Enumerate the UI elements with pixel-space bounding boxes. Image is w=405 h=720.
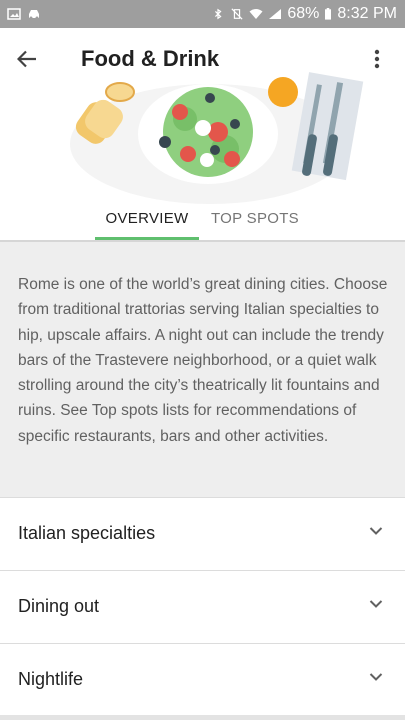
wifi-icon xyxy=(249,9,263,19)
section-nightlife[interactable]: Nightlife xyxy=(0,643,405,715)
car-icon xyxy=(29,10,39,20)
bottom-divider xyxy=(0,715,405,720)
app-header: Food & Drink OVERVIEW TOP SPOTS xyxy=(0,28,405,240)
back-button[interactable] xyxy=(12,44,42,74)
section-label: Nightlife xyxy=(18,669,84,689)
more-vert-icon xyxy=(374,49,380,69)
overview-description: Rome is one of the world’s great dining … xyxy=(0,242,405,498)
battery-percent: 68% xyxy=(287,5,320,22)
chevron-down-icon xyxy=(369,527,383,535)
tab-overview[interactable]: OVERVIEW xyxy=(95,196,199,240)
section-label: Italian specialties xyxy=(18,523,156,543)
signal-icon xyxy=(269,9,282,19)
food-illustration xyxy=(70,72,364,204)
chevron-down-icon xyxy=(369,673,383,681)
gallery-icon xyxy=(7,8,21,20)
cutlery-icon xyxy=(291,72,364,181)
salad-icon xyxy=(138,84,278,184)
battery-icon xyxy=(325,8,332,20)
chevron-down-icon xyxy=(369,600,383,608)
tab-top-spots[interactable]: TOP SPOTS xyxy=(205,196,305,240)
description-text: Rome is one of the world’s great dining … xyxy=(18,276,388,445)
status-indicators: 68% 8:32 PM xyxy=(211,5,405,23)
more-options-button[interactable] xyxy=(367,44,387,74)
status-bar: 68% 8:32 PM xyxy=(0,0,405,28)
arrow-back-icon xyxy=(17,50,36,68)
tab-bar: OVERVIEW TOP SPOTS xyxy=(0,196,405,240)
status-notifications xyxy=(0,8,41,20)
bluetooth-icon xyxy=(215,8,222,20)
clock: 8:32 PM xyxy=(337,5,397,22)
orange-icon xyxy=(268,77,298,107)
vibrate-mute-icon xyxy=(231,8,243,20)
section-dining-out[interactable]: Dining out xyxy=(0,570,405,642)
section-italian-specialties[interactable]: Italian specialties xyxy=(0,497,405,569)
section-label: Dining out xyxy=(18,596,100,616)
